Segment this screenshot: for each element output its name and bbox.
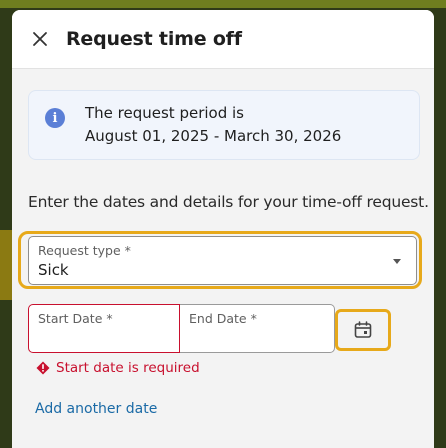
info-icon: i: [45, 108, 65, 128]
dialog-header: Request time off: [12, 10, 434, 69]
start-date-label: Start Date *: [38, 311, 113, 326]
request-time-off-dialog: Request time off i The request period is…: [12, 10, 434, 448]
calendar-icon: [354, 321, 372, 338]
request-type-label: Request type *: [38, 243, 131, 258]
request-type-value: Sick: [38, 261, 69, 279]
instructions-text: Enter the dates and details for your tim…: [28, 193, 429, 211]
info-text-line1: The request period is: [85, 104, 244, 122]
start-date-error: Start date is required: [36, 360, 200, 376]
error-diamond-icon: [36, 361, 50, 375]
chevron-down-icon: [393, 259, 401, 264]
dialog-title: Request time off: [66, 28, 242, 50]
request-type-select[interactable]: Request type * Sick: [28, 236, 417, 285]
close-icon: [33, 32, 47, 46]
close-button[interactable]: [28, 27, 52, 51]
end-date-input[interactable]: End Date *: [180, 304, 335, 353]
start-date-input[interactable]: Start Date *: [28, 304, 180, 353]
error-message: Start date is required: [56, 360, 200, 376]
request-period-info: i The request period is August 01, 2025 …: [28, 90, 420, 160]
add-another-date-link[interactable]: Add another date: [35, 401, 157, 417]
info-text-line2: August 01, 2025 - March 30, 2026: [85, 127, 342, 145]
date-range-fields: Start Date * End Date *: [28, 304, 335, 353]
end-date-label: End Date *: [189, 311, 257, 326]
background-strip: [0, 230, 12, 300]
calendar-button[interactable]: [335, 309, 391, 351]
